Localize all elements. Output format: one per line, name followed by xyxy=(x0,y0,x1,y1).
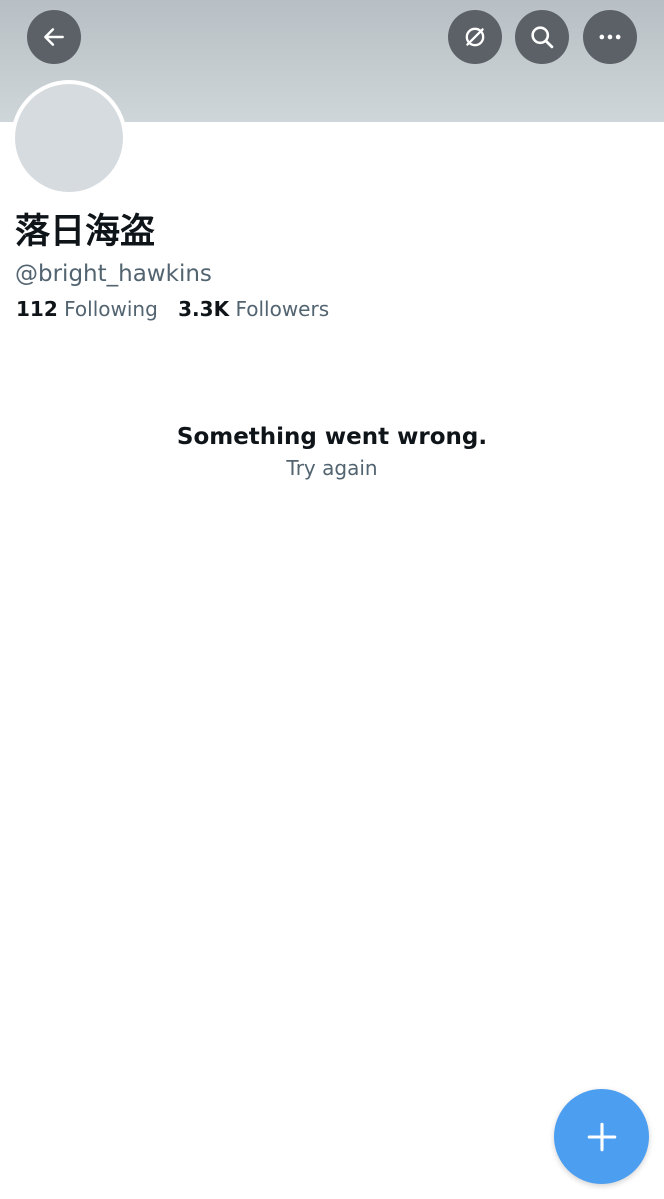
avatar[interactable] xyxy=(11,80,127,196)
compose-button[interactable] xyxy=(554,1089,649,1184)
search-button[interactable] xyxy=(515,10,569,64)
more-button[interactable] xyxy=(583,10,637,64)
display-name: 落日海盗 xyxy=(15,212,156,252)
more-horizontal-icon xyxy=(599,34,621,40)
followers-count: 3.3K xyxy=(178,297,230,321)
followers-link[interactable]: 3.3K Followers xyxy=(178,294,329,324)
following-label: Following xyxy=(64,297,158,321)
error-title: Something went wrong. xyxy=(176,424,488,450)
plus-icon xyxy=(587,1122,616,1151)
following-count: 112 xyxy=(16,297,58,321)
eye-slash-icon xyxy=(465,27,485,47)
try-again-button[interactable]: Try again xyxy=(0,454,664,482)
hide-button[interactable] xyxy=(448,10,502,64)
error-message: Something went wrong. Try again xyxy=(0,420,664,482)
user-handle: @bright_hawkins xyxy=(15,261,212,287)
profile-stats: 112 Following 3.3K Followers xyxy=(16,294,343,324)
back-button[interactable] xyxy=(27,10,81,64)
search-icon xyxy=(531,26,554,49)
following-link[interactable]: 112 Following xyxy=(16,294,158,324)
arrow-left-icon xyxy=(44,28,64,46)
followers-label: Followers xyxy=(235,297,330,321)
